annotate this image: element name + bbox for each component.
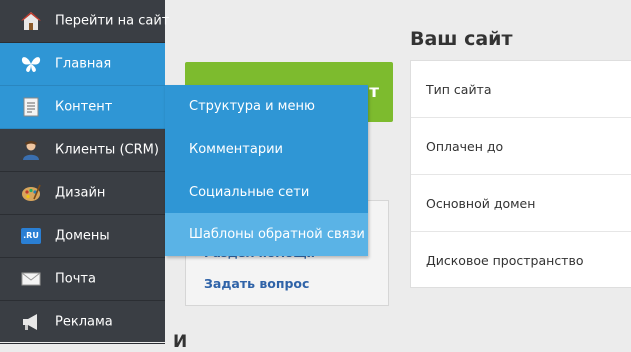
menu-item-social[interactable]: Социальные сети [165, 171, 368, 214]
sidebar-item-label: Домены [55, 228, 110, 244]
menu-item-label: Шаблоны обратной связи [189, 227, 365, 242]
site-type-row: Тип сайта [411, 61, 631, 118]
sidebar-item-design[interactable]: Дизайн [0, 172, 165, 215]
sidebar-item-label: Перейти на сайт [55, 13, 170, 29]
document-icon [20, 96, 42, 118]
sidebar-item-ads[interactable]: Реклама [0, 301, 165, 344]
ask-question-link[interactable]: Задать вопрос [204, 276, 309, 291]
main-domain-label: Основной домен [426, 195, 536, 211]
menu-item-label: Социальные сети [189, 185, 310, 200]
sidebar-item-label: Почта [55, 271, 96, 287]
disk-space-label: Дисковое пространство [426, 253, 584, 268]
menu-item-feedback-templates[interactable]: Шаблоны обратной связи [165, 213, 368, 256]
palette-icon [20, 182, 42, 204]
menu-item-comments[interactable]: Комментарии [165, 128, 368, 171]
butterfly-icon [20, 53, 42, 75]
paid-until-row: Оплачен до [411, 118, 631, 175]
home-icon [20, 10, 42, 32]
sidebar-item-label: Главная [55, 56, 112, 72]
site-type-label: Тип сайта [426, 81, 492, 97]
sidebar-item-go-to-site[interactable]: Перейти на сайт [0, 0, 169, 43]
menu-item-label: Комментарии [189, 142, 283, 157]
sidebar-item-label: Реклама [55, 314, 113, 330]
person-icon [20, 139, 42, 161]
menu-item-structure[interactable]: Структура и меню [165, 85, 368, 128]
megaphone-icon [20, 311, 42, 333]
site-panel-title: Ваш сайт [410, 28, 513, 50]
sidebar-item-content[interactable]: Контент [0, 86, 165, 129]
ru-domain-icon: .RU [20, 225, 42, 247]
sidebar-item-label: Дизайн [55, 185, 106, 201]
sidebar-item-home[interactable]: Главная [0, 43, 165, 86]
disk-space-row: Дисковое пространство [411, 232, 631, 289]
sidebar-item-crm[interactable]: Клиенты (CRM) [0, 129, 165, 172]
menu-item-label: Структура и меню [189, 99, 315, 114]
sidebar-item-label: Контент [55, 99, 113, 115]
primary-action-label: т [369, 82, 379, 102]
sidebar-item-label: Клиенты (CRM) [55, 142, 159, 158]
sidebar-item-mail[interactable]: Почта [0, 258, 165, 301]
sidebar-item-domains[interactable]: .RU Домены [0, 215, 165, 258]
paid-until-label: Оплачен до [426, 138, 504, 154]
section-heading: И [173, 332, 188, 352]
site-info-panel: Тип сайта Оплачен до Основной домен Диск… [410, 60, 631, 288]
sidebar: Перейти на сайт Главная Контент Клиенты … [0, 0, 169, 344]
main-domain-row: Основной домен [411, 175, 631, 232]
content-dropdown-menu: Структура и меню Комментарии Социальные … [165, 85, 368, 256]
mail-icon [20, 268, 42, 290]
